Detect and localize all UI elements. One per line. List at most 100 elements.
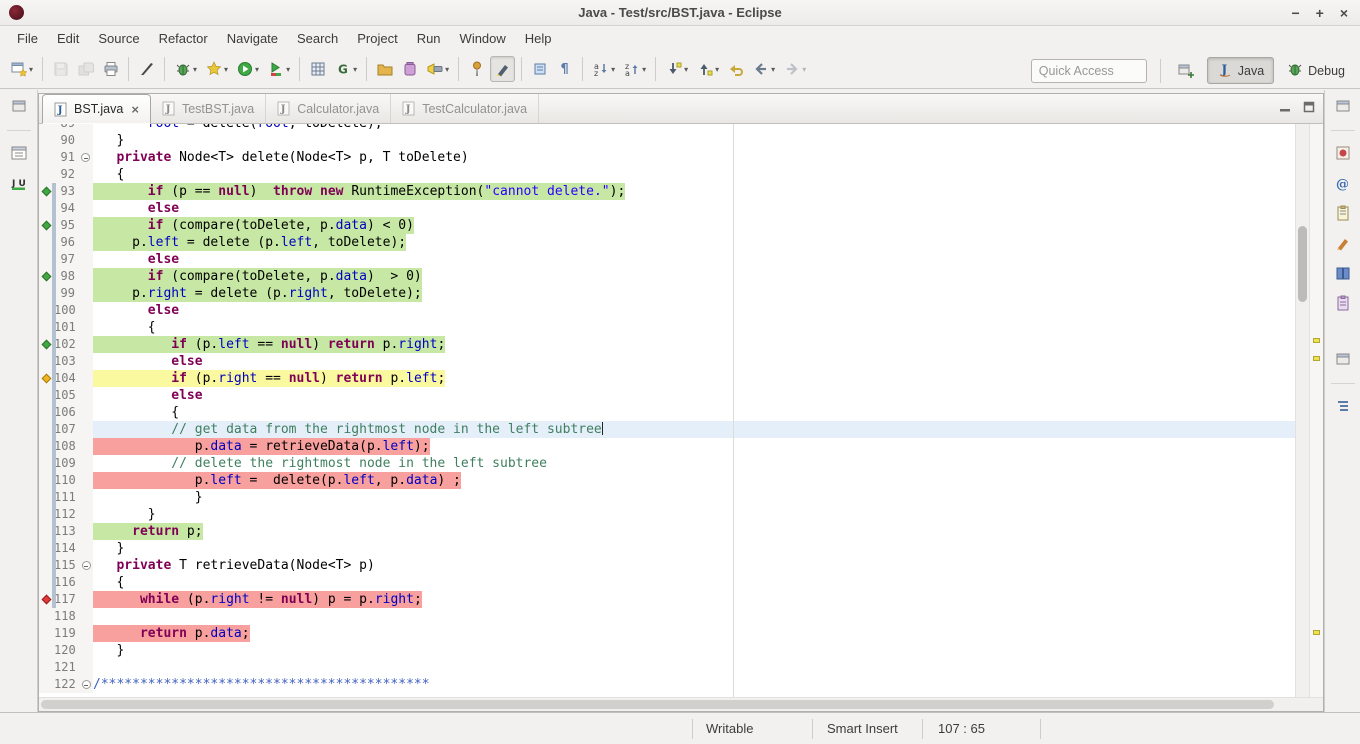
code-text[interactable]: if (compare(toDelete, p.data) < 0) <box>93 217 1295 234</box>
gutter-cell[interactable]: 113 <box>39 523 93 540</box>
gutter-cell[interactable]: 120 <box>39 642 93 659</box>
sort-za-button[interactable]: za▾ <box>620 56 649 82</box>
overview-ruler[interactable] <box>1309 124 1323 697</box>
close-window-icon[interactable]: × <box>1340 0 1348 26</box>
dropdown-caret-icon[interactable]: ▾ <box>286 65 290 74</box>
gutter-cell[interactable]: 89 <box>39 124 93 132</box>
code-text[interactable]: { <box>93 166 1295 183</box>
gutter-cell[interactable]: 101 <box>39 319 93 336</box>
menu-help[interactable]: Help <box>516 28 561 49</box>
gutter-cell[interactable]: 111 <box>39 489 93 506</box>
gutter-cell[interactable]: 112 <box>39 506 93 523</box>
gutter-cell[interactable]: 117 <box>39 591 93 608</box>
menu-window[interactable]: Window <box>451 28 515 49</box>
dropdown-caret-icon[interactable]: ▾ <box>684 65 688 74</box>
new-java-class-button[interactable]: G▾ <box>331 56 360 82</box>
snippets-button[interactable] <box>1331 293 1355 315</box>
fold-marker[interactable] <box>79 561 94 570</box>
code-text[interactable]: { <box>93 574 1295 591</box>
gutter-cell[interactable]: 106 <box>39 404 93 421</box>
minimize-window-icon[interactable]: − <box>1291 0 1299 26</box>
gutter-cell[interactable]: 116 <box>39 574 93 591</box>
gutter-cell[interactable]: 118 <box>39 608 93 625</box>
code-text[interactable]: } <box>93 489 1295 506</box>
dropdown-caret-icon[interactable]: ▾ <box>771 65 775 74</box>
menu-project[interactable]: Project <box>348 28 406 49</box>
gutter-cell[interactable]: 105 <box>39 387 93 404</box>
code-text[interactable]: p.left = delete(p.left, p.data) ; <box>93 472 1295 489</box>
restore-views-button[interactable] <box>1331 349 1355 371</box>
gutter-cell[interactable]: 90 <box>39 132 93 149</box>
gutter-cell[interactable]: 94 <box>39 200 93 217</box>
quick-access-input[interactable] <box>1031 59 1147 83</box>
code-text[interactable]: private T retrieveData(Node<T> p) <box>93 557 1295 574</box>
fold-marker[interactable] <box>79 680 94 689</box>
dropdown-caret-icon[interactable]: ▾ <box>611 65 615 74</box>
overview-mark[interactable] <box>1313 356 1320 361</box>
coverage-button[interactable]: ▾ <box>264 56 293 82</box>
outline-button[interactable] <box>1331 396 1355 418</box>
menu-refactor[interactable]: Refactor <box>150 28 217 49</box>
show-whitespace-button[interactable]: ¶ <box>553 56 576 82</box>
dropdown-caret-icon[interactable]: ▾ <box>445 65 449 74</box>
perspective-java-button[interactable]: JJava <box>1207 57 1274 84</box>
search-button[interactable]: ▾ <box>423 56 452 82</box>
code-text[interactable]: { <box>93 404 1295 421</box>
tab-BST.java[interactable]: JBST.java× <box>42 94 151 124</box>
menu-source[interactable]: Source <box>89 28 148 49</box>
javadoc-button[interactable]: @ <box>1331 173 1355 195</box>
collapse-icon[interactable] <box>82 561 91 570</box>
prev-annotation-button[interactable]: ▾ <box>693 56 722 82</box>
pin-button[interactable] <box>465 56 488 82</box>
back-button[interactable]: ▾ <box>749 56 778 82</box>
overview-mark[interactable] <box>1313 630 1320 635</box>
menu-edit[interactable]: Edit <box>48 28 88 49</box>
code-text[interactable]: else <box>93 353 1295 370</box>
last-edit-location-button[interactable] <box>724 56 747 82</box>
gutter-cell[interactable]: 99 <box>39 285 93 302</box>
dropdown-caret-icon[interactable]: ▾ <box>715 65 719 74</box>
tab-Calculator.java[interactable]: JCalculator.java <box>266 94 391 123</box>
horizontal-scrollbar[interactable] <box>39 697 1323 711</box>
gutter-cell[interactable]: 114 <box>39 540 93 557</box>
junit-button[interactable]: JU <box>7 173 31 195</box>
gutter-cell[interactable]: 108 <box>39 438 93 455</box>
gutter-cell[interactable]: 93 <box>39 183 93 200</box>
cut-button[interactable] <box>135 56 158 82</box>
code-text[interactable]: } <box>93 132 1295 149</box>
gutter-cell[interactable]: 104 <box>39 370 93 387</box>
menu-navigate[interactable]: Navigate <box>218 28 287 49</box>
code-text[interactable]: while (p.right != null) p = p.right; <box>93 591 1295 608</box>
tab-TestBST.java[interactable]: JTestBST.java <box>151 94 266 123</box>
maximize-window-icon[interactable]: + <box>1316 0 1324 26</box>
code-text[interactable]: return p.data; <box>93 625 1295 642</box>
dropdown-caret-icon[interactable]: ▾ <box>353 65 357 74</box>
code-text[interactable]: p.left = delete (p.left, toDelete); <box>93 234 1295 251</box>
open-perspective-button[interactable] <box>1175 58 1198 84</box>
gutter-cell[interactable]: 110 <box>39 472 93 489</box>
gutter-cell[interactable]: 91 <box>39 149 93 166</box>
code-text[interactable]: // get data from the rightmost node in t… <box>93 421 1295 438</box>
gutter-cell[interactable]: 92 <box>39 166 93 183</box>
code-text[interactable]: } <box>93 642 1295 659</box>
code-text[interactable]: } <box>93 506 1295 523</box>
new-wizard-button[interactable]: ▾ <box>7 56 36 82</box>
task-list-button[interactable] <box>1331 143 1355 165</box>
print-button[interactable] <box>99 56 122 82</box>
code-text[interactable]: else <box>93 200 1295 217</box>
new-package-button[interactable] <box>373 56 396 82</box>
code-text[interactable] <box>93 659 1295 676</box>
horizontal-scrollbar-thumb[interactable] <box>41 700 1274 709</box>
vertical-scrollbar-thumb[interactable] <box>1298 226 1307 302</box>
dropdown-caret-icon[interactable]: ▾ <box>802 65 806 74</box>
fold-marker[interactable] <box>78 153 93 162</box>
code-text[interactable]: root = delete(root, toDelete); <box>93 124 1295 132</box>
gutter-cell[interactable]: 102 <box>39 336 93 353</box>
code-text[interactable]: } <box>93 540 1295 557</box>
gutter-cell[interactable]: 122 <box>39 676 93 693</box>
collapse-icon[interactable] <box>82 680 91 689</box>
maximize-editor-icon[interactable] <box>1303 101 1315 113</box>
declaration-button[interactable] <box>1331 233 1355 255</box>
gutter-cell[interactable]: 107 <box>39 421 93 438</box>
code-text[interactable]: if (p == null) throw new RuntimeExceptio… <box>93 183 1295 200</box>
